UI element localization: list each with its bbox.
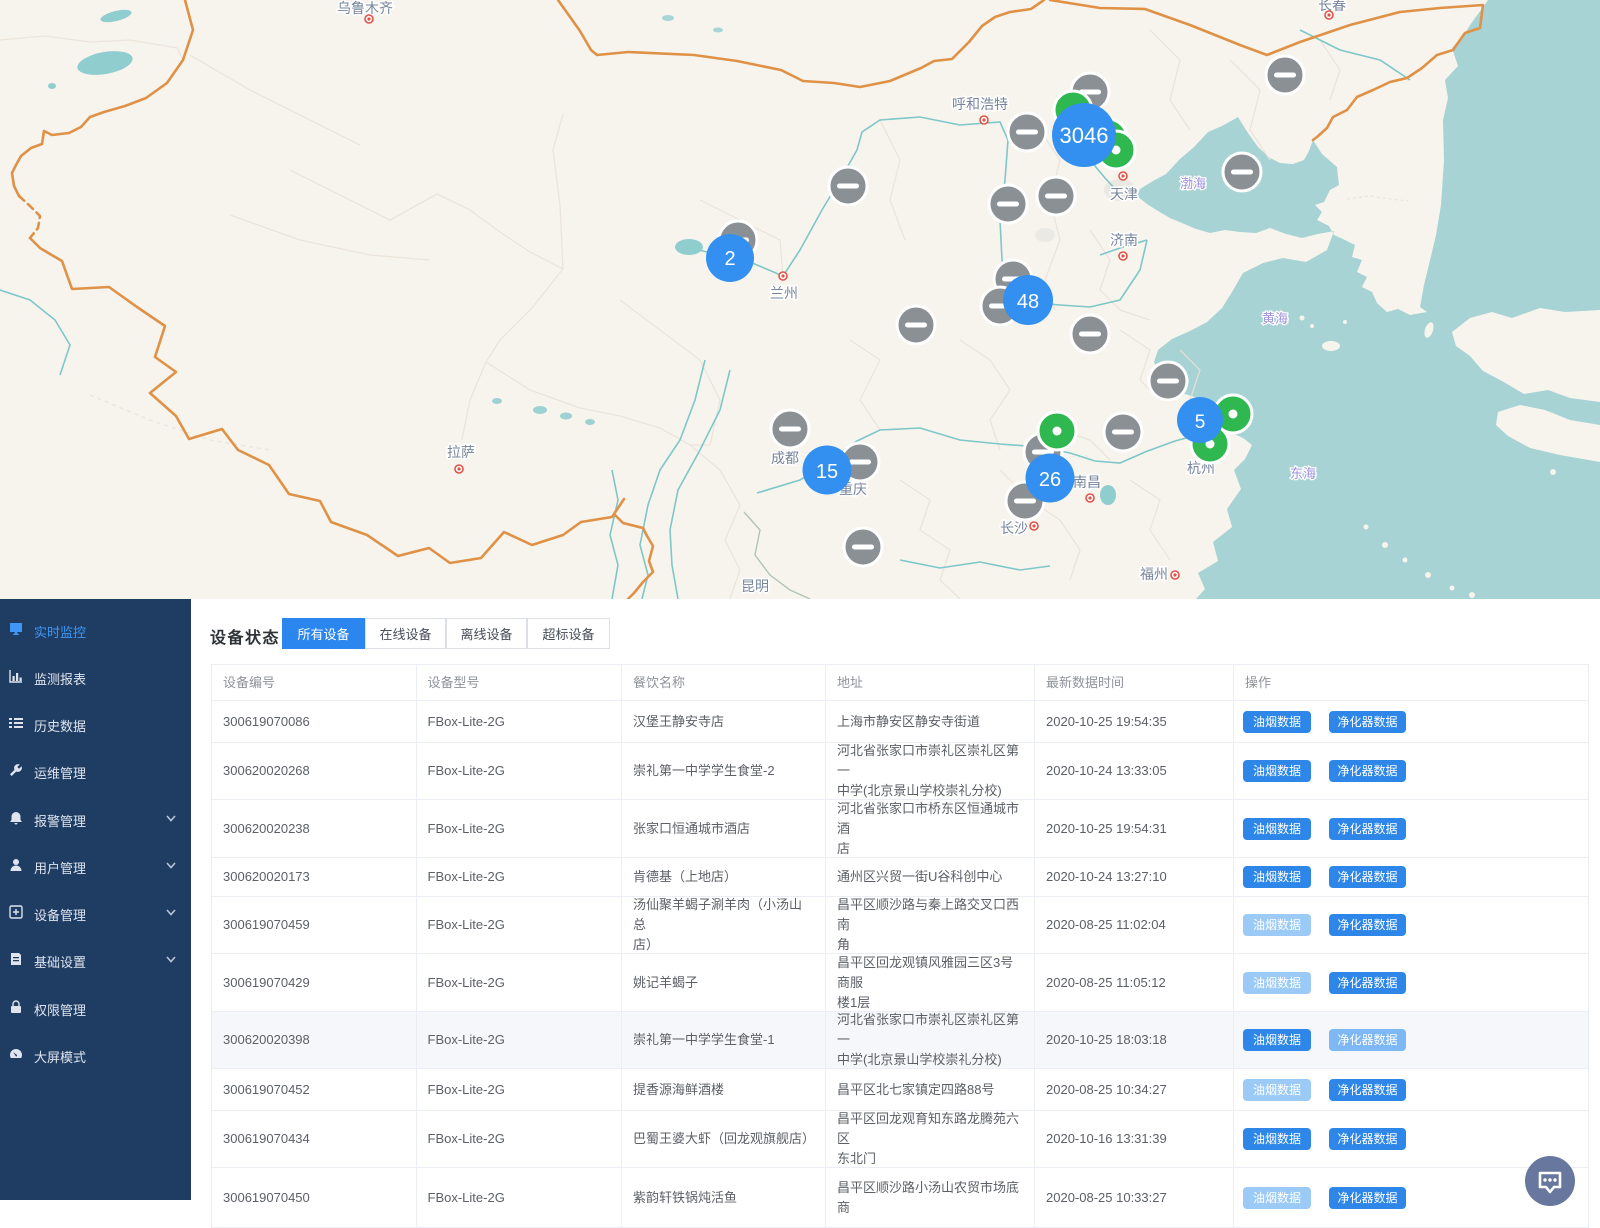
- svg-text:3046: 3046: [1060, 123, 1109, 148]
- svg-text:拉萨: 拉萨: [447, 444, 475, 460]
- svg-text:48: 48: [1017, 291, 1039, 313]
- svg-text:福州: 福州: [1140, 566, 1168, 582]
- svg-text:长沙: 长沙: [1000, 520, 1028, 536]
- svg-text:2: 2: [724, 248, 735, 270]
- svg-text:乌鲁木齐: 乌鲁木齐: [337, 0, 393, 16]
- svg-text:长春: 长春: [1318, 0, 1346, 13]
- svg-text:成都: 成都: [771, 450, 799, 466]
- svg-text:26: 26: [1039, 469, 1061, 491]
- svg-text:兰州: 兰州: [770, 285, 798, 301]
- svg-text:南昌: 南昌: [1073, 474, 1101, 490]
- svg-text:黄海: 黄海: [1262, 311, 1288, 326]
- svg-text:渤海: 渤海: [1180, 176, 1206, 191]
- svg-text:天津: 天津: [1110, 186, 1138, 202]
- svg-text:济南: 济南: [1110, 232, 1138, 248]
- svg-text:东海: 东海: [1290, 466, 1316, 481]
- svg-text:昆明: 昆明: [741, 578, 769, 594]
- svg-text:呼和浩特: 呼和浩特: [952, 96, 1008, 112]
- svg-text:5: 5: [1195, 412, 1206, 433]
- svg-text:15: 15: [816, 461, 838, 483]
